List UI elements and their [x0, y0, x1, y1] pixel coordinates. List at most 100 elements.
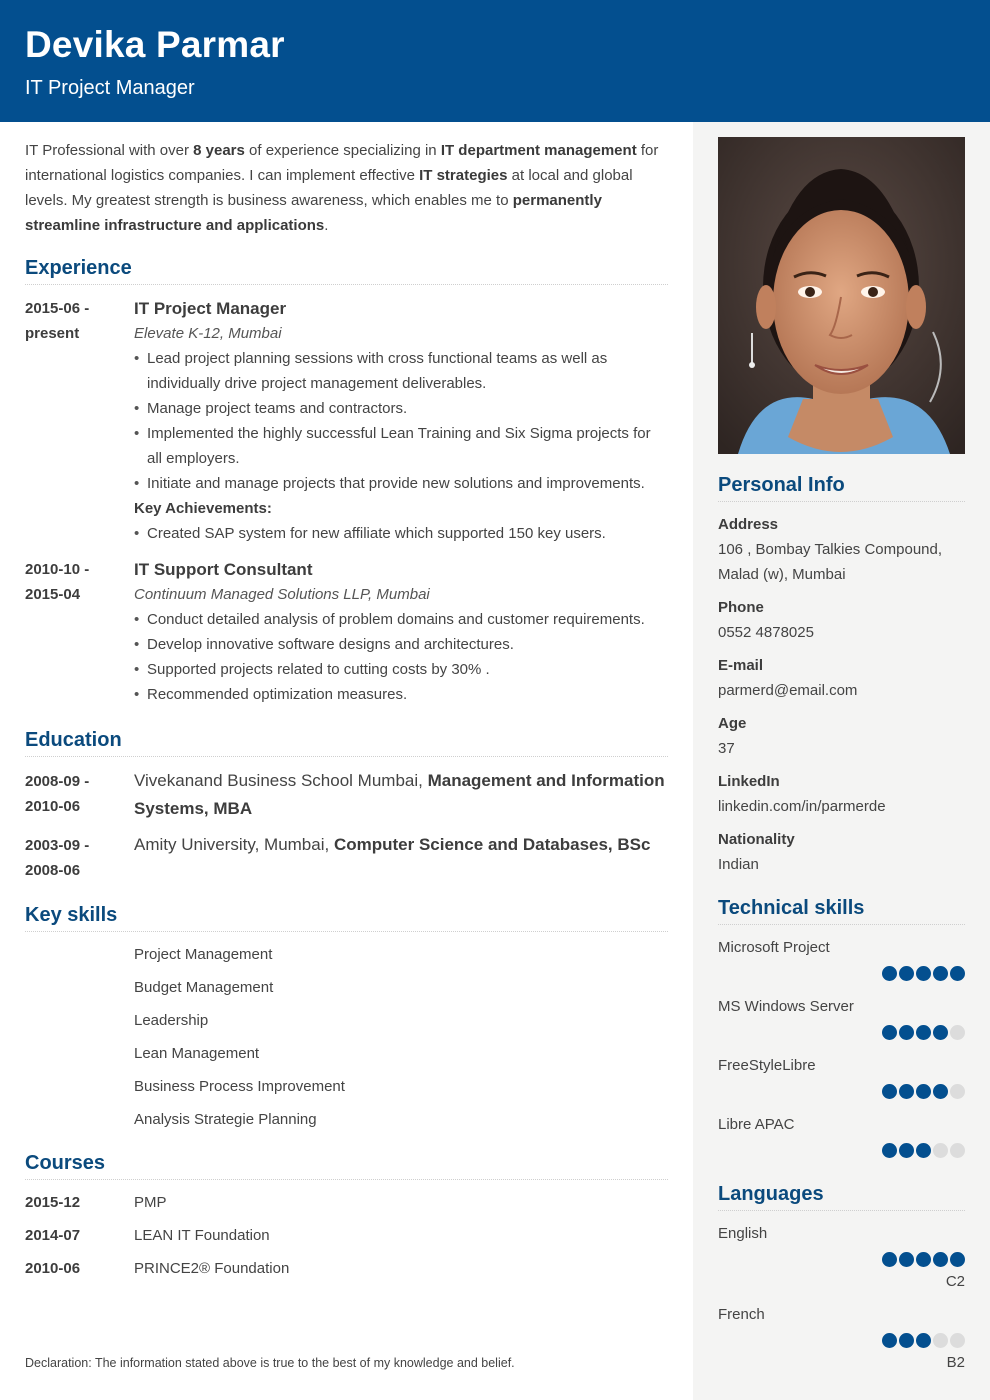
rating-dot-filled-icon: [882, 1333, 897, 1348]
education-details: Vivekanand Business School Mumbai, Manag…: [134, 767, 668, 823]
experience-date-start: 2015-06 -: [25, 300, 90, 317]
info-value-nationality: Indian: [718, 856, 759, 873]
responsibility-item: • Supported projects related to cutting c…: [134, 657, 668, 682]
rating-dot-empty-icon: [950, 1084, 965, 1099]
rating-dot-filled-icon: [899, 1333, 914, 1348]
profile-photo: [718, 137, 965, 454]
experience-date-end: 2015-04: [25, 586, 81, 603]
experience-date-end: present: [25, 325, 80, 342]
responsibility-item: • Lead project planning sessions with cro…: [134, 346, 668, 396]
bullet-icon: •: [134, 425, 140, 442]
language-name: English: [718, 1225, 768, 1242]
school-name: Vivekanand Business School Mumbai,: [134, 771, 428, 790]
candidate-title: IT Project Manager: [25, 77, 195, 99]
responsibility-item: • Implemented the highly successful Lean …: [134, 421, 668, 471]
rating-dot-empty-icon: [950, 1025, 965, 1040]
rating-dot-empty-icon: [950, 1333, 965, 1348]
portrait-image: [718, 137, 965, 454]
technical-skill-name: FreeStyleLibre: [718, 1057, 816, 1074]
language-rating: [718, 1252, 965, 1267]
technical-skill-name: Libre APAC: [718, 1116, 795, 1133]
key-achievements-label: Key Achievements:: [134, 500, 272, 517]
summary-highlight: 8 years: [193, 142, 245, 159]
info-value-phone: 0552 4878025: [718, 624, 814, 641]
rating-dot-filled-icon: [950, 1252, 965, 1267]
key-skill-item: Project Management: [134, 946, 273, 963]
rating-dot-filled-icon: [933, 1252, 948, 1267]
section-title-languages: Languages: [718, 1183, 965, 1211]
course-name: PMP: [134, 1194, 167, 1211]
info-value-email[interactable]: parmerd@email.com: [718, 678, 965, 703]
responsibilities-list: • Conduct detailed analysis of problem do…: [134, 607, 668, 707]
rating-dot-filled-icon: [933, 966, 948, 981]
section-title-key-skills: Key skills: [25, 904, 668, 932]
rating-dot-filled-icon: [916, 1084, 931, 1099]
responsibility-item: • Conduct detailed analysis of problem do…: [134, 607, 668, 632]
education-details: Amity University, Mumbai, Computer Scien…: [134, 831, 668, 859]
responsibility-item: • Manage project teams and contractors.: [134, 396, 668, 421]
section-title-courses: Courses: [25, 1152, 668, 1180]
rating-dot-filled-icon: [899, 1025, 914, 1040]
skill-rating: [718, 1025, 965, 1040]
rating-dot-filled-icon: [882, 966, 897, 981]
technical-skill-name: MS Windows Server: [718, 998, 854, 1015]
section-title-personal-info: Personal Info: [718, 474, 965, 502]
key-skill-item: Leadership: [134, 1012, 209, 1029]
bullet-icon: •: [134, 525, 140, 542]
achievements-list: • Created SAP system for new affiliate wh…: [134, 521, 668, 546]
rating-dot-filled-icon: [899, 1143, 914, 1158]
bullet-icon: •: [134, 661, 140, 678]
rating-dot-filled-icon: [882, 1025, 897, 1040]
section-title-experience: Experience: [25, 257, 668, 285]
summary-text: .: [324, 217, 329, 234]
job-title: IT Project Manager: [134, 299, 287, 318]
key-skill-item: Budget Management: [134, 979, 274, 996]
education-date-end: 2010-06: [25, 798, 81, 815]
course-name: LEAN IT Foundation: [134, 1227, 270, 1244]
technical-skill-name: Microsoft Project: [718, 939, 830, 956]
skill-rating: [718, 966, 965, 981]
responsibility-item: • Develop innovative software designs and…: [134, 632, 668, 657]
language-level: B2: [946, 1354, 965, 1371]
course-date: 2015-12: [25, 1194, 81, 1211]
info-label-nationality: Nationality: [718, 831, 795, 848]
skill-rating: [718, 1084, 965, 1099]
course-date: 2010-06: [25, 1260, 81, 1277]
education-date-start: 2008-09 -: [25, 773, 90, 790]
section-title-technical-skills: Technical skills: [718, 897, 965, 925]
summary-text: IT Professional with over: [25, 142, 194, 159]
info-label-phone: Phone: [718, 599, 764, 616]
rating-dot-filled-icon: [899, 1252, 914, 1267]
key-skill-item: Analysis Strategie Planning: [134, 1111, 317, 1128]
rating-dot-filled-icon: [916, 1025, 931, 1040]
degree-name: Computer Science and Databases, BSc: [333, 835, 651, 854]
rating-dot-empty-icon: [933, 1333, 948, 1348]
section-title-education: Education: [25, 729, 668, 757]
summary-highlight: IT department management: [440, 142, 637, 159]
rating-dot-filled-icon: [882, 1084, 897, 1099]
education-date-start: 2003-09 -: [25, 837, 90, 854]
responsibilities-list: • Lead project planning sessions with cro…: [134, 346, 668, 496]
rating-dot-empty-icon: [933, 1143, 948, 1158]
achievement-item: • Created SAP system for new affiliate wh…: [134, 521, 668, 546]
rating-dot-filled-icon: [916, 1143, 931, 1158]
language-name: French: [718, 1306, 765, 1323]
language-rating: [718, 1333, 965, 1348]
rating-dot-filled-icon: [882, 1143, 897, 1158]
company-name: Elevate K-12, Mumbai: [134, 325, 282, 342]
bullet-icon: •: [134, 636, 140, 653]
bullet-icon: •: [134, 400, 140, 417]
bullet-icon: •: [134, 686, 140, 703]
rating-dot-filled-icon: [882, 1252, 897, 1267]
rating-dot-filled-icon: [916, 1252, 931, 1267]
responsibility-item: • Initiate and manage projects that provi…: [134, 471, 668, 496]
education-date-end: 2008-06: [25, 862, 81, 879]
rating-dot-filled-icon: [916, 966, 931, 981]
info-value-linkedin[interactable]: linkedin.com/in/parmerde: [718, 794, 965, 819]
skill-rating: [718, 1143, 965, 1158]
bullet-icon: •: [134, 350, 140, 367]
info-label-linkedin: LinkedIn: [718, 773, 780, 790]
rating-dot-empty-icon: [950, 1143, 965, 1158]
bullet-icon: •: [134, 611, 140, 628]
info-value-address: 106 , Bombay Talkies Compound, Malad (w)…: [718, 541, 943, 583]
